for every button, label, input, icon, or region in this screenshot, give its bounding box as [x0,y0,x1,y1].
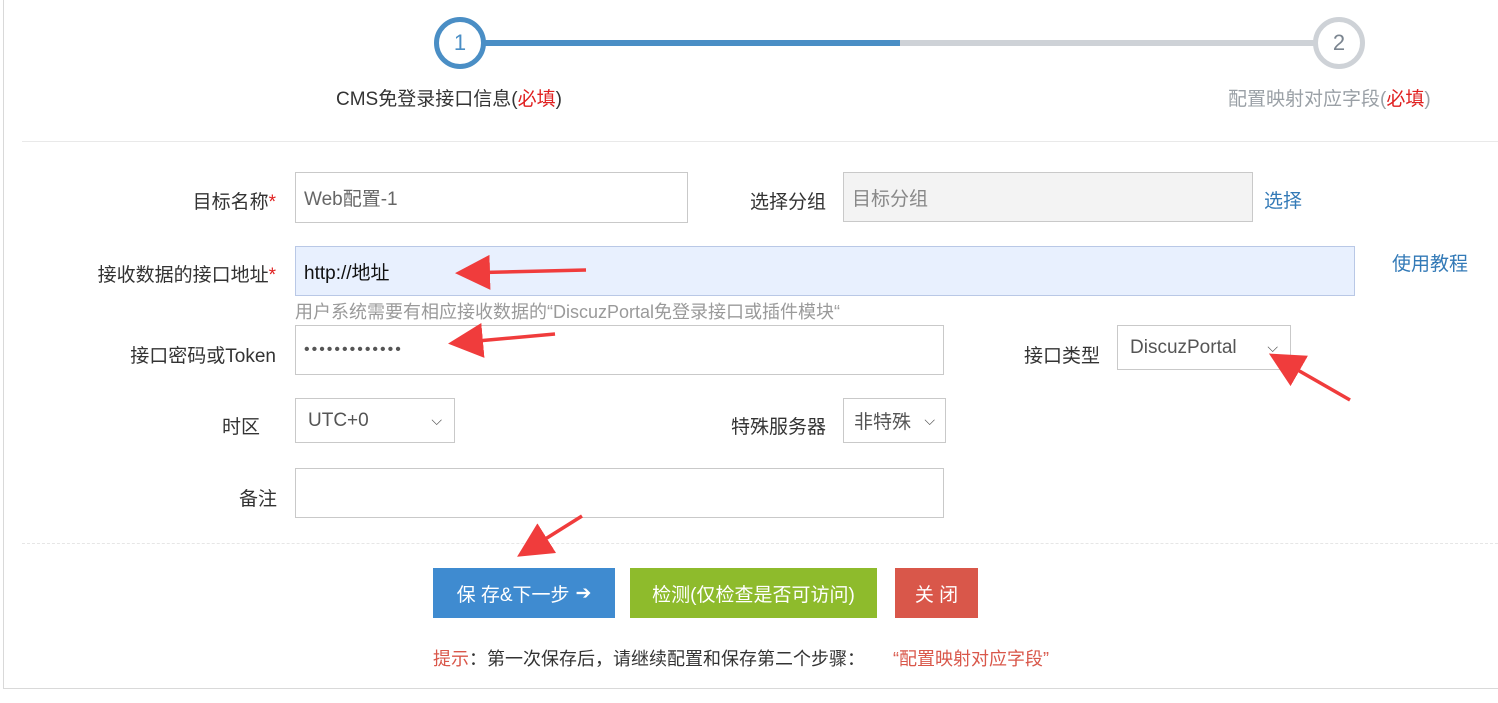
step-2-required: 必填 [1386,89,1425,110]
remark-label: 备注 [238,489,277,510]
save-next-label: 保 存&下一步 [456,584,570,606]
check-button[interactable]: 检测(仅检查是否可访问) [630,568,877,618]
special-server-value: 非特殊 [854,412,912,433]
endpoint-label-text: 接收数据的接口地址 [97,265,269,286]
target-name-required: * [268,192,276,213]
special-server-select[interactable]: 非特殊 ⌵ [843,398,946,443]
arrow-right-icon: ➔ [575,582,592,604]
step-progress-fill [461,40,900,46]
group-label: 选择分组 [749,192,826,213]
close-button[interactable]: 关 闭 [895,568,978,618]
target-name-label-text: 目标名称 [192,192,269,213]
header-divider [22,141,1498,142]
timezone-select[interactable]: UTC+0 ⌵ [295,398,455,443]
chevron-down-icon: ⌵ [924,412,935,428]
step-2-label-suffix: ) [1424,89,1431,110]
step-1-indicator[interactable]: 1 [434,17,486,69]
select-group-link[interactable]: 选择 [1264,186,1302,213]
token-input[interactable]: ••••••••••••• [295,325,944,375]
step-2-label: 配置映射对应字段(必填) [1228,84,1431,111]
timezone-label: 时区 [221,417,260,438]
save-tip: 提示：第一次保存后，请继续配置和保存第二个步骤： “配置映射对应字段” [433,645,1049,671]
endpoint-label: 接收数据的接口地址* [98,260,276,287]
form-divider [22,543,1498,544]
timezone-value: UTC+0 [308,409,369,431]
api-type-label: 接口类型 [1023,346,1100,367]
step-1-label-suffix: ) [555,89,562,110]
chevron-down-icon: ⌵ [431,412,442,428]
step-1-label: CMS免登录接口信息(必填) [336,84,562,111]
tip-text: ：第一次保存后，请继续配置和保存第二个步骤： [469,649,865,669]
api-type-select[interactable]: DiscuzPortal ⌵ [1117,325,1291,370]
tip-highlight: “配置映射对应字段” [893,649,1049,669]
step-1-required: 必填 [517,89,556,110]
endpoint-required: * [268,265,276,286]
step-1-label-text: CMS免登录接口信息( [336,89,518,110]
remark-input[interactable] [295,468,944,518]
token-label: 接口密码或Token [130,346,276,367]
target-name-label: 目标名称* [193,187,276,214]
step-2-label-text: 配置映射对应字段( [1228,89,1387,110]
tutorial-link[interactable]: 使用教程 [1392,249,1468,276]
target-name-input[interactable]: Web配置-1 [295,172,688,223]
tip-prefix: 提示 [433,649,469,669]
chevron-down-icon: ⌵ [1267,339,1278,355]
endpoint-input[interactable]: http://地址 [295,246,1355,296]
api-type-value: DiscuzPortal [1130,336,1237,358]
special-server-label: 特殊服务器 [730,417,826,438]
group-input[interactable]: 目标分组 [843,172,1253,222]
endpoint-help-text: 用户系统需要有相应接收数据的“DiscuzPortal免登录接口或插件模块“ [295,302,841,322]
step-2-indicator[interactable]: 2 [1313,17,1365,69]
save-next-button[interactable]: 保 存&下一步 ➔ [433,568,615,618]
